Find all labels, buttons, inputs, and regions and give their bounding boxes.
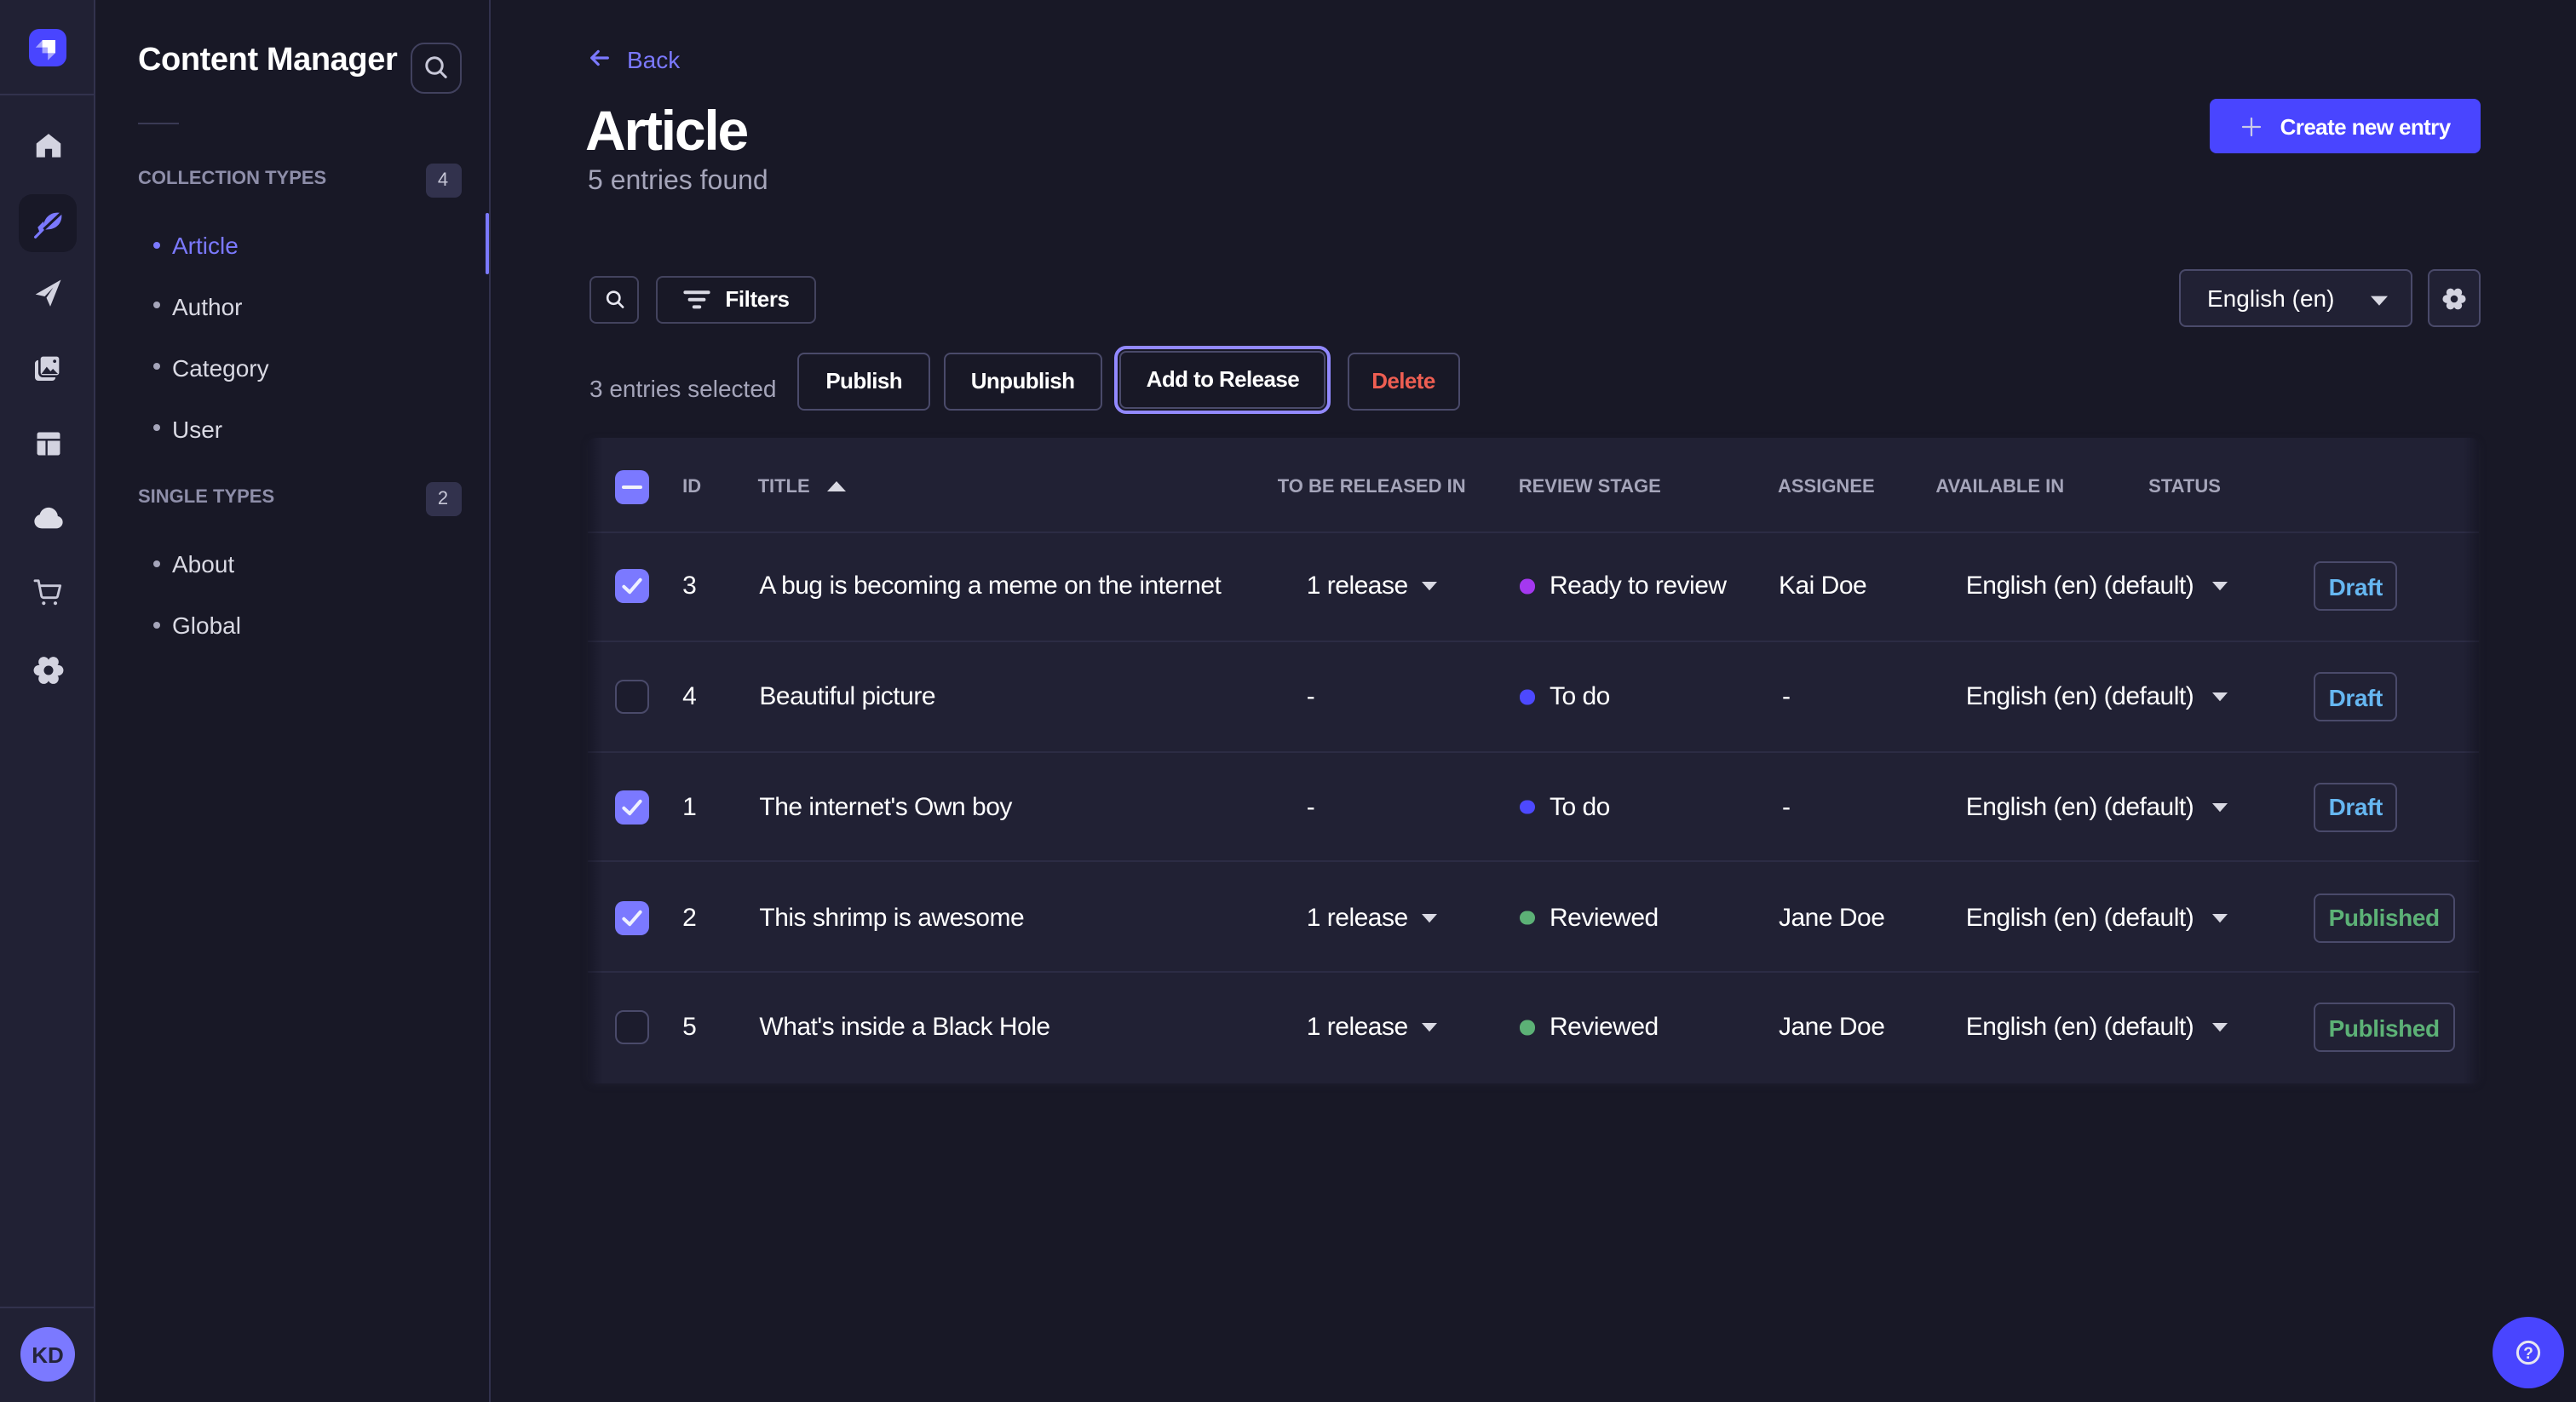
svg-text:?: ? — [2522, 1344, 2533, 1362]
